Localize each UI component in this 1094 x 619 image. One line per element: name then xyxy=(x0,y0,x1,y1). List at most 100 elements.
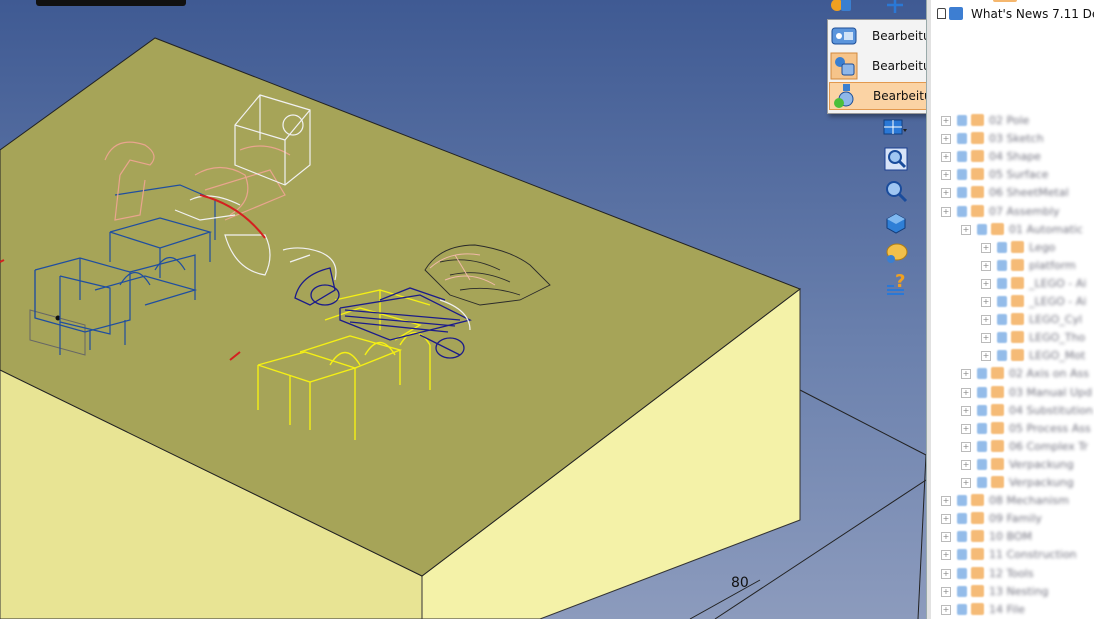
tree-item[interactable]: +08 Mechanism xyxy=(927,492,1094,510)
tree-item[interactable]: +05 Surface xyxy=(927,166,1094,184)
expand-icon[interactable]: + xyxy=(941,170,951,181)
visibility-icon[interactable] xyxy=(997,241,1007,253)
visibility-icon[interactable] xyxy=(977,440,987,452)
tree-item[interactable]: + LEGO_Cyl xyxy=(927,311,1094,329)
view-layout-icon[interactable] xyxy=(882,114,908,140)
visibility-icon[interactable] xyxy=(997,314,1007,326)
expand-icon[interactable]: + xyxy=(941,568,951,579)
expand-icon[interactable]: + xyxy=(961,441,971,452)
expand-icon[interactable]: + xyxy=(981,242,991,253)
visibility-icon[interactable] xyxy=(957,495,967,507)
folder-icon xyxy=(1011,258,1024,271)
expand-icon[interactable]: + xyxy=(961,459,971,470)
tree-item[interactable]: +02 Axis on Ass xyxy=(927,365,1094,383)
menu-item-activate-context[interactable]: Bearbeitungskontext aktivieren xyxy=(829,82,926,110)
tree-item[interactable]: +10 BOM xyxy=(927,528,1094,546)
tree-item[interactable]: + _LEGO - Ai xyxy=(927,275,1094,293)
tree-item[interactable]: + LEGO_Tho xyxy=(927,329,1094,347)
visibility-icon[interactable] xyxy=(957,513,967,525)
tree-item[interactable]: +01 Automatic xyxy=(927,221,1094,239)
tree-item-label: platform xyxy=(1029,258,1076,272)
expand-icon[interactable]: + xyxy=(961,423,971,434)
visibility-icon[interactable] xyxy=(957,603,967,615)
visibility-icon[interactable] xyxy=(977,404,987,416)
visibility-icon[interactable] xyxy=(977,477,987,488)
tree-item[interactable]: +04 Shape xyxy=(927,148,1094,166)
visibility-icon[interactable] xyxy=(957,531,967,543)
visibility-icon[interactable] xyxy=(957,151,967,163)
zoom-icon[interactable] xyxy=(883,178,909,204)
tree-item-whats-news[interactable]: What's News 7.11 Des xyxy=(927,6,1094,24)
visibility-icon[interactable] xyxy=(997,350,1007,362)
expand-icon[interactable]: + xyxy=(961,224,971,235)
expand-icon[interactable]: + xyxy=(961,369,971,380)
tree-item[interactable]: +13 Nesting xyxy=(927,583,1094,601)
visibility-icon[interactable] xyxy=(957,549,967,561)
expand-icon[interactable]: + xyxy=(981,351,991,362)
expand-icon[interactable]: + xyxy=(941,134,951,145)
visibility-icon[interactable] xyxy=(977,368,987,380)
expand-icon[interactable]: + xyxy=(941,532,951,543)
visibility-icon[interactable] xyxy=(977,458,987,470)
expand-icon[interactable]: + xyxy=(941,206,951,217)
expand-icon[interactable]: + xyxy=(941,514,951,525)
tree-item[interactable]: +04 Substitution xyxy=(927,402,1094,420)
visibility-icon[interactable] xyxy=(997,259,1007,271)
tree-item[interactable]: +03 Sketch xyxy=(927,130,1094,148)
visibility-icon[interactable] xyxy=(977,422,987,434)
tree-item[interactable]: +12 Tools xyxy=(927,565,1094,583)
expand-icon[interactable]: + xyxy=(981,278,991,289)
expand-icon[interactable]: + xyxy=(941,586,951,597)
tree-item[interactable]: + Lego xyxy=(927,239,1094,257)
tree-item[interactable]: + platform xyxy=(927,257,1094,275)
expand-icon[interactable]: + xyxy=(961,387,971,398)
expand-icon[interactable]: + xyxy=(981,297,991,307)
expand-icon[interactable]: + xyxy=(961,478,971,488)
visibility-icon[interactable] xyxy=(957,567,967,579)
tree-item[interactable]: + Verpackung xyxy=(927,456,1094,474)
model-tree-panel[interactable]: What's News 7.11 Des +02 Pole +03 Sketch +… xyxy=(926,0,1094,619)
visibility-icon[interactable] xyxy=(957,187,967,199)
visibility-icon[interactable] xyxy=(977,386,987,398)
expand-icon[interactable]: + xyxy=(941,604,951,615)
view-cube-icon[interactable] xyxy=(883,210,909,236)
visibility-icon[interactable] xyxy=(997,277,1007,289)
menu-item-hide-context[interactable]: Bearbeitungskontext ausblenden xyxy=(829,22,926,50)
tree-item[interactable]: +06 SheetMetal xyxy=(927,184,1094,202)
visibility-icon[interactable] xyxy=(957,205,967,217)
tree-item[interactable]: +03 Manual Upd xyxy=(927,384,1094,402)
visibility-icon[interactable] xyxy=(957,585,967,597)
menu-item-show-context[interactable]: Bearbeitungskontext zeigen xyxy=(829,52,926,80)
visibility-icon[interactable] xyxy=(957,169,967,181)
tree-item[interactable]: + LEGO_Mot xyxy=(927,347,1094,365)
tree-item[interactable]: +05 Process Ass xyxy=(927,420,1094,438)
visibility-icon[interactable] xyxy=(957,133,967,145)
tree-item[interactable]: +02 Pole xyxy=(927,112,1094,130)
tree-item[interactable]: + Verpackung xyxy=(927,474,1094,492)
visibility-icon[interactable] xyxy=(997,296,1007,307)
tree-item[interactable]: +09 Family xyxy=(927,510,1094,528)
visibility-icon[interactable] xyxy=(957,115,967,126)
expand-icon[interactable]: + xyxy=(981,315,991,326)
tree-item[interactable]: +06 Complex Tr xyxy=(927,438,1094,456)
add-icon[interactable] xyxy=(882,0,908,18)
expand-icon[interactable]: + xyxy=(941,152,951,163)
tree-item[interactable]: +14 File xyxy=(927,601,1094,619)
expand-icon[interactable]: + xyxy=(981,260,991,271)
zoom-area-icon[interactable] xyxy=(883,146,909,172)
tree-item[interactable]: + _LEGO - Ai xyxy=(927,293,1094,311)
expand-icon[interactable]: + xyxy=(961,405,971,416)
visibility-icon[interactable] xyxy=(997,332,1007,344)
help-icon[interactable]: ? xyxy=(883,270,909,296)
expand-icon[interactable]: + xyxy=(941,188,951,199)
tree-item[interactable]: +07 Assembly xyxy=(927,203,1094,221)
expand-icon[interactable]: + xyxy=(981,333,991,344)
visibility-icon[interactable] xyxy=(977,223,987,235)
tree-item[interactable]: +11 Construction xyxy=(927,546,1094,564)
expand-icon[interactable]: + xyxy=(941,496,951,507)
context-switch-icon[interactable] xyxy=(828,0,854,18)
expand-icon[interactable]: + xyxy=(941,550,951,561)
expand-icon[interactable]: + xyxy=(941,116,951,126)
appearance-icon[interactable] xyxy=(883,240,909,266)
3d-viewport[interactable]: 80 ? Bearbeitungskontext ausblenden xyxy=(0,0,926,619)
